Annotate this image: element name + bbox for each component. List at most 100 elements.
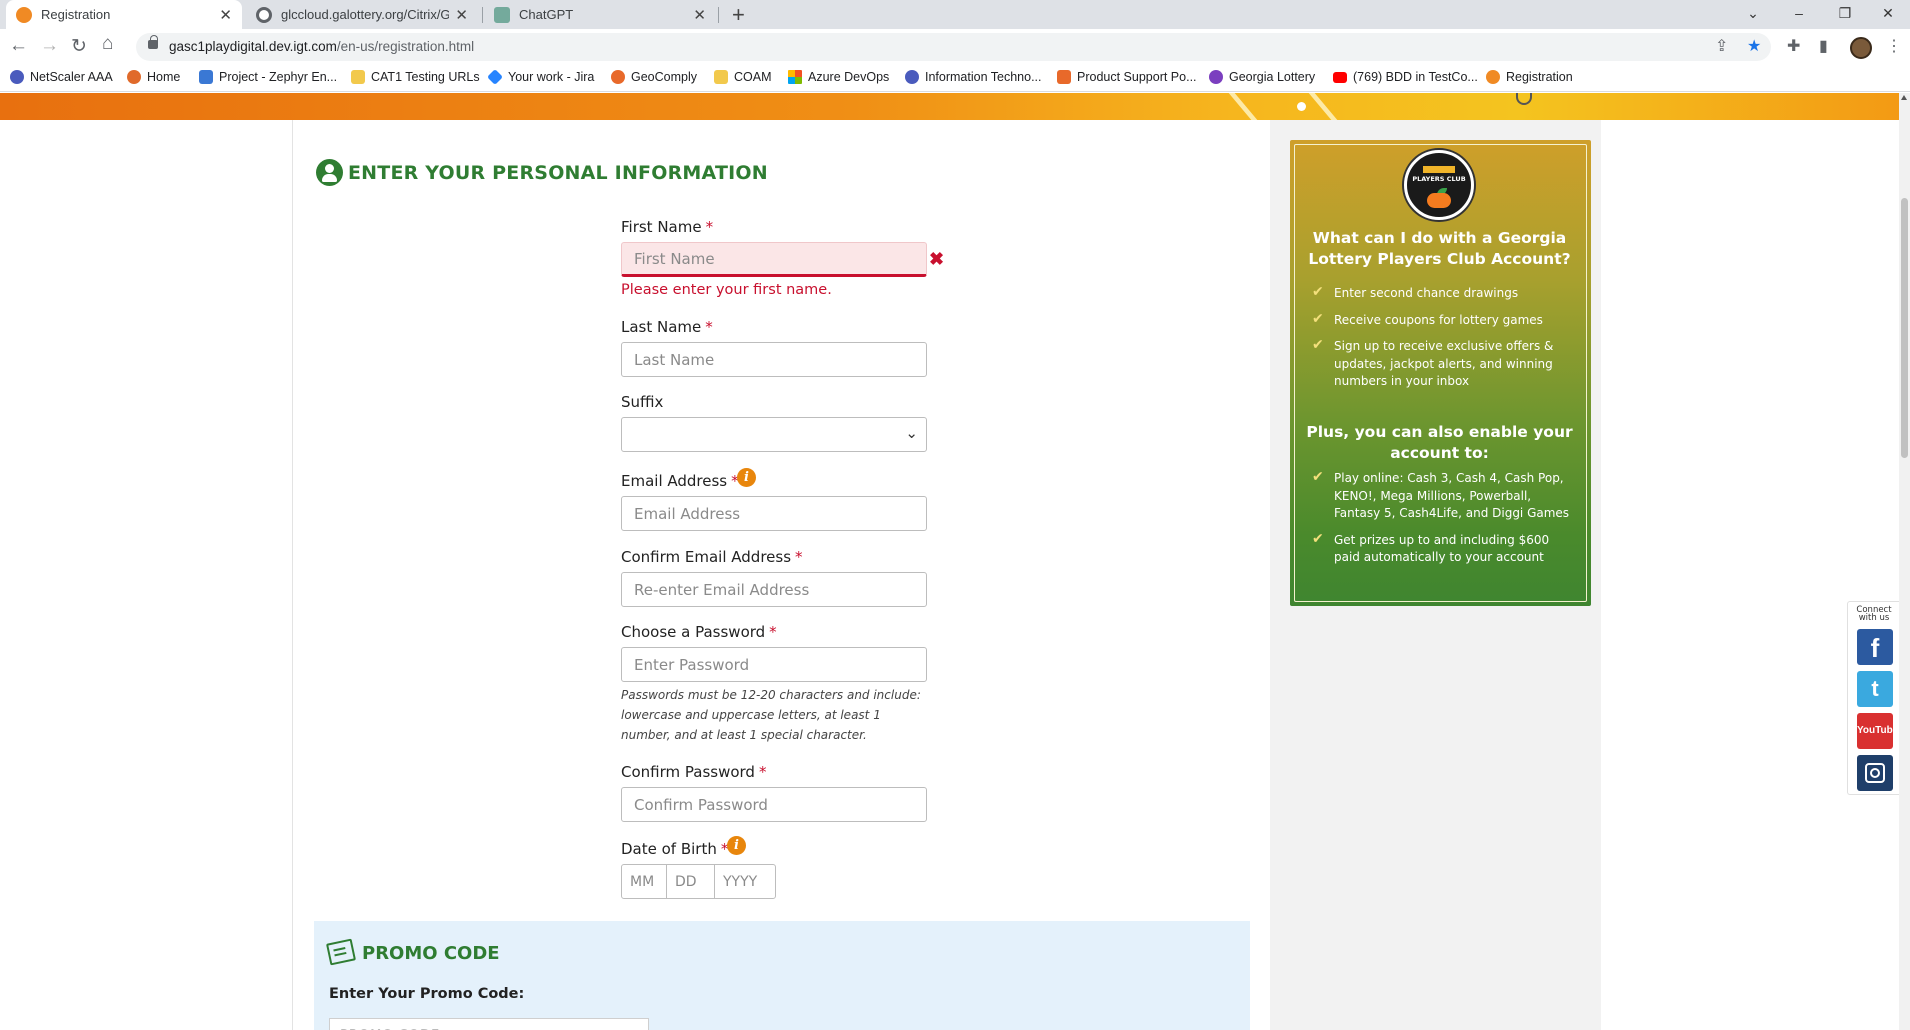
- restore-window-icon[interactable]: ❐: [1823, 0, 1867, 29]
- email-info-icon[interactable]: i: [737, 468, 756, 487]
- page-scrollbar[interactable]: [1899, 93, 1910, 1030]
- dob-day-input[interactable]: [667, 865, 715, 898]
- home-icon[interactable]: ⌂: [102, 33, 113, 55]
- bookmark-zephyr[interactable]: Project - Zephyr En...: [199, 70, 337, 84]
- new-tab-plus-icon[interactable]: +: [732, 2, 745, 28]
- tab-chatgpt[interactable]: ChatGPT ✕: [484, 0, 716, 29]
- bookmark-netscaler[interactable]: NetScaler AAA: [10, 70, 113, 84]
- bookmark-azure-devops[interactable]: Azure DevOps: [788, 70, 889, 84]
- bookmark-product-support[interactable]: Product Support Po...: [1057, 70, 1197, 84]
- card-heading: What can I do with a Georgia Lottery Pla…: [1308, 229, 1571, 268]
- tab-registration[interactable]: Registration ✕: [6, 0, 242, 29]
- banner-ball-icon: [1516, 93, 1532, 105]
- scrollbar-thumb[interactable]: [1901, 198, 1908, 458]
- url-text: gasc1playdigital.dev.igt.com/en-us/regis…: [169, 39, 474, 54]
- tab-search-chevron-icon[interactable]: ⌄: [1731, 0, 1775, 29]
- twitter-icon[interactable]: t: [1857, 671, 1893, 707]
- last-name-label-text: Last Name: [621, 318, 702, 336]
- product-support-icon: [1057, 70, 1071, 84]
- header-banner: [0, 93, 1899, 120]
- first-name-label-text: First Name: [621, 218, 702, 236]
- last-name-label: Last Name *: [621, 318, 713, 336]
- address-bar[interactable]: gasc1playdigital.dev.igt.com/en-us/regis…: [136, 33, 1771, 61]
- list-item: ✔ Sign up to receive exclusive offers & u…: [1312, 337, 1574, 391]
- banner-ray: [1308, 93, 1338, 120]
- chatgpt-favicon-icon: [494, 6, 510, 23]
- promo-code-input[interactable]: [329, 1018, 649, 1030]
- microsoft-icon: [788, 70, 802, 84]
- confirm-email-label-text: Confirm Email Address: [621, 548, 792, 566]
- youtube-icon: [1333, 71, 1347, 83]
- confirm-password-input[interactable]: [621, 787, 927, 822]
- url-host: gasc1playdigital.dev.igt.com: [169, 39, 337, 54]
- players-club-card: PLAYERS CLUB What can I do with a Georgi…: [1290, 140, 1591, 606]
- email-input[interactable]: [621, 496, 927, 531]
- bookmark-cat1[interactable]: CAT1 Testing URLs: [351, 70, 480, 84]
- first-name-input[interactable]: [621, 242, 927, 277]
- required-asterisk: *: [769, 623, 777, 641]
- peach-icon: [1427, 193, 1451, 208]
- side-panel-icon[interactable]: ▮: [1819, 36, 1828, 56]
- check-icon: ✔: [1312, 530, 1324, 547]
- browser-menu-icon[interactable]: ⋮: [1886, 36, 1902, 56]
- password-input[interactable]: [621, 647, 927, 682]
- close-tab-icon[interactable]: ✕: [455, 6, 468, 24]
- list-item: ✔ Play online: Cash 3, Cash 4, Cash Pop, …: [1312, 469, 1574, 523]
- benefit-text: Sign up to receive exclusive offers & up…: [1334, 339, 1554, 388]
- bookmark-coam[interactable]: COAM: [714, 70, 772, 84]
- profile-avatar[interactable]: [1850, 37, 1872, 59]
- tab-glccloud[interactable]: glccloud.galottery.org/Citrix/GLC ✕: [246, 0, 478, 29]
- chevron-down-icon: ⌄: [905, 425, 918, 442]
- lock-icon[interactable]: [148, 35, 158, 49]
- logo-banner: [1423, 166, 1455, 173]
- check-icon: ✔: [1312, 337, 1324, 353]
- bookmark-label: Registration: [1506, 70, 1573, 84]
- logo-text: PLAYERS CLUB: [1412, 175, 1466, 183]
- facebook-icon[interactable]: f: [1857, 629, 1893, 665]
- dob-year-input[interactable]: [715, 865, 775, 898]
- list-item: ✔ Enter second chance drawings: [1312, 284, 1574, 303]
- bookmark-youtube-bdd[interactable]: (769) BDD in TestCo...: [1333, 70, 1478, 84]
- netscaler-icon: [10, 70, 24, 84]
- password-label-text: Choose a Password: [621, 623, 766, 641]
- back-arrow-icon[interactable]: ←: [9, 35, 28, 57]
- dob-month-input[interactable]: [622, 865, 667, 898]
- confirm-email-input[interactable]: [621, 572, 927, 607]
- social-connect-widget: Connect with us f t YouTube: [1847, 601, 1899, 795]
- close-tab-icon[interactable]: ✕: [219, 6, 232, 24]
- reload-icon[interactable]: ↻: [71, 35, 87, 58]
- bookmark-georgia-lottery[interactable]: Georgia Lottery: [1209, 70, 1315, 84]
- bookmark-label: Azure DevOps: [808, 70, 890, 84]
- bookmark-label: GeoComply: [631, 70, 697, 84]
- share-icon[interactable]: ⇪: [1715, 36, 1728, 56]
- extensions-puzzle-icon[interactable]: ✚: [1787, 36, 1800, 56]
- list-item: ✔ Get prizes up to and including $600 pai…: [1312, 530, 1574, 567]
- required-asterisk: *: [705, 318, 713, 336]
- banner-ray: [1228, 93, 1258, 120]
- bookmark-jira[interactable]: Your work - Jira: [487, 69, 594, 85]
- scroll-up-arrow-icon[interactable]: [1901, 95, 1907, 100]
- promo-label: Enter Your Promo Code:: [329, 986, 525, 1002]
- benefits-list: ✔ Enter second chance drawings ✔ Receive c…: [1312, 284, 1574, 391]
- bookmark-geocomply[interactable]: GeoComply: [611, 70, 697, 84]
- bookmark-info-tech[interactable]: Information Techno...: [905, 70, 1042, 84]
- close-tab-icon[interactable]: ✕: [693, 6, 706, 24]
- email-label-text: Email Address: [621, 472, 728, 490]
- bookmark-home[interactable]: Home: [127, 70, 180, 84]
- person-icon: [316, 159, 343, 186]
- promo-title: PROMO CODE: [362, 943, 500, 964]
- jira-icon: [487, 69, 503, 85]
- browser-toolbar: ← → ↻ ⌂ gasc1playdigital.dev.igt.com/en-…: [0, 29, 1910, 65]
- dob-info-icon[interactable]: i: [727, 836, 746, 855]
- bookmark-registration[interactable]: Registration: [1486, 70, 1573, 84]
- bookmark-label: Product Support Po...: [1077, 70, 1197, 84]
- instagram-icon[interactable]: [1857, 755, 1893, 791]
- forward-arrow-icon[interactable]: →: [40, 35, 59, 57]
- bookmark-star-icon[interactable]: ★: [1747, 36, 1761, 56]
- youtube-icon[interactable]: YouTube: [1857, 713, 1898, 749]
- close-window-icon[interactable]: ✕: [1866, 0, 1910, 29]
- last-name-input[interactable]: [621, 342, 927, 377]
- minimize-window-icon[interactable]: –: [1777, 0, 1821, 29]
- suffix-select[interactable]: ⌄: [621, 417, 927, 452]
- players-club-logo: PLAYERS CLUB: [1404, 150, 1474, 220]
